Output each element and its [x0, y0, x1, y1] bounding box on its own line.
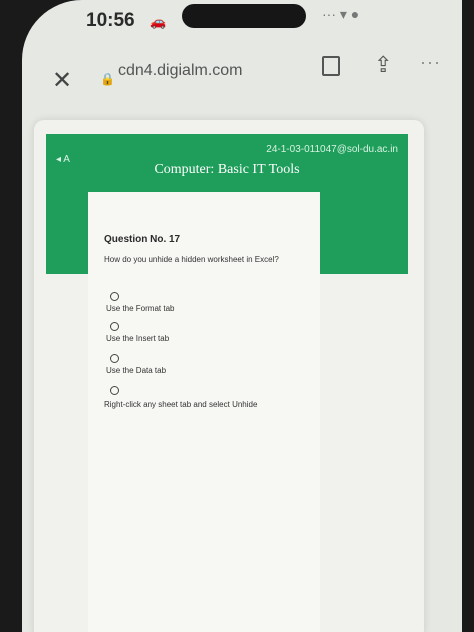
option-3-label[interactable]: Use the Data tab: [106, 366, 166, 375]
more-icon[interactable]: ···: [420, 52, 441, 73]
question-text: How do you unhide a hidden worksheet in …: [104, 255, 279, 264]
option-2-label[interactable]: Use the Insert tab: [106, 334, 169, 343]
option-2-radio[interactable]: [110, 322, 119, 331]
option-4-label[interactable]: Right-click any sheet tab and select Unh…: [104, 400, 257, 409]
question-number: Question No. 17: [104, 234, 181, 245]
url-bar[interactable]: cdn4.digialm.com: [118, 62, 243, 80]
lock-icon: 🔒: [100, 72, 115, 86]
status-time: 10:56: [86, 10, 135, 31]
dynamic-island: [182, 4, 306, 28]
close-icon[interactable]: ✕: [52, 66, 72, 95]
option-4-radio[interactable]: [110, 386, 119, 395]
option-1-label[interactable]: Use the Format tab: [106, 304, 174, 313]
car-icon: 🚗: [150, 14, 167, 29]
status-indicators-icon: ··· ▾ ●: [322, 6, 360, 22]
course-title: Computer: Basic IT Tools: [154, 162, 300, 177]
option-1-radio[interactable]: [110, 292, 119, 301]
bookmark-icon[interactable]: [322, 56, 340, 76]
share-icon[interactable]: ⇪: [374, 52, 392, 78]
user-id: 24-1-03-011047@sol-du.ac.in: [266, 144, 398, 155]
option-3-radio[interactable]: [110, 354, 119, 363]
